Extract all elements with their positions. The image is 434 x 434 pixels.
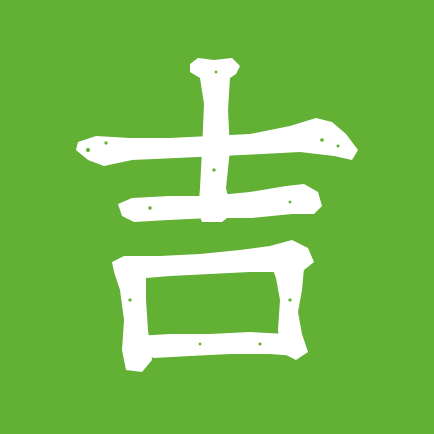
- kanji-logo-graphic: [0, 0, 434, 434]
- app-icon-tile: [0, 0, 434, 434]
- box-bottom-stroke: [136, 332, 300, 358]
